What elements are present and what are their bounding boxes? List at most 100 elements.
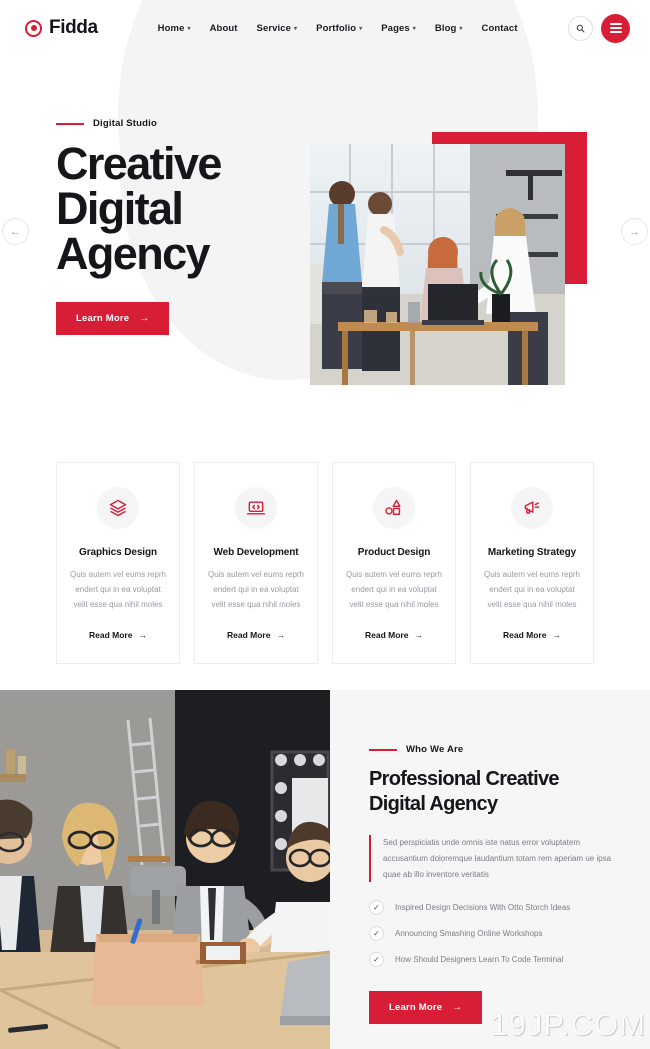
read-more-label: Read More — [503, 630, 547, 641]
megaphone-icon-wrap — [511, 487, 553, 529]
megaphone-icon — [524, 501, 540, 514]
laptop-code-icon — [246, 501, 266, 515]
hero-image-column — [304, 118, 650, 385]
check-list-item: ✓ Inspired Design Decisions With Otto St… — [369, 900, 626, 916]
arrow-right-icon: → — [138, 630, 147, 641]
check-label: Announcing Smashing Online Workshops — [395, 929, 543, 939]
shapes-icon — [385, 499, 401, 515]
hero-eyebrow: Digital Studio — [56, 118, 300, 129]
hamburger-bar — [609, 27, 622, 29]
laptop-code-icon-wrap — [235, 487, 277, 529]
service-card-marketing-strategy[interactable]: Marketing Strategy Quis autem vel eums r… — [470, 462, 594, 665]
read-more-label: Read More — [365, 630, 409, 641]
nav-label: Pages — [381, 22, 410, 34]
service-description: Quis autem vel eums reprh endert qui in … — [69, 570, 167, 609]
eyebrow-line — [369, 748, 397, 751]
arrow-right-icon: → — [629, 225, 640, 238]
chevron-down-icon: ▾ — [187, 26, 191, 32]
service-card-product-design[interactable]: Product Design Quis autem vel eums reprh… — [332, 462, 456, 665]
services-cards: Graphics Design Quis autem vel eums repr… — [0, 462, 650, 665]
nav-label: Blog — [434, 22, 457, 34]
arrow-right-icon: → — [452, 1002, 463, 1014]
arrow-left-icon: ← — [10, 225, 21, 238]
service-card-graphics-design[interactable]: Graphics Design Quis autem vel eums repr… — [56, 462, 180, 665]
hero-cta-wrap: Learn More → — [56, 302, 300, 335]
header-actions — [568, 13, 630, 43]
about-title-line-1: Professional Creative — [369, 768, 560, 790]
layers-icon-wrap — [97, 487, 139, 529]
shapes-icon-wrap — [373, 487, 415, 529]
service-card-web-development[interactable]: Web Development Quis autem vel eums repr… — [194, 462, 318, 665]
logo-target-icon — [25, 19, 42, 37]
hero-title-line-3: Agency — [56, 228, 211, 279]
service-read-more-link[interactable]: Read More → — [227, 630, 285, 640]
logo-text: Fidda — [49, 17, 98, 38]
nav-item-home[interactable]: Home ▾ — [158, 23, 191, 34]
service-read-more-link[interactable]: Read More → — [89, 630, 147, 640]
nav-label: Home — [157, 22, 185, 34]
nav-item-service[interactable]: Service ▾ — [257, 23, 298, 34]
check-label: How Should Designers Learn To Code Termi… — [395, 955, 564, 965]
about-content: Who We Are Professional Creative Digital… — [330, 690, 650, 1049]
about-eyebrow-label: Who We Are — [406, 744, 464, 755]
hamburger-menu-button[interactable] — [601, 13, 630, 43]
nav-item-contact[interactable]: Contact — [482, 23, 518, 34]
chevron-down-icon: ▾ — [412, 26, 416, 32]
arrow-right-icon: → — [139, 313, 150, 324]
layers-icon — [109, 499, 127, 517]
nav-item-pages[interactable]: Pages ▾ — [381, 23, 416, 34]
check-icon: ✓ — [369, 926, 384, 942]
chevron-down-icon: ▾ — [294, 26, 298, 32]
nav-label: Service — [256, 22, 292, 34]
hero-team-photo — [310, 144, 565, 385]
nav-label: Portfolio — [316, 22, 357, 34]
service-title: Product Design — [357, 547, 431, 558]
service-description: Quis autem vel eums reprh endert qui in … — [345, 570, 443, 609]
service-description: Quis autem vel eums reprh endert qui in … — [483, 570, 581, 609]
hero-text-column: Digital Studio Creative Digital Agency L… — [0, 118, 300, 335]
nav-item-portfolio[interactable]: Portfolio ▾ — [316, 23, 362, 34]
arrow-right-icon: → — [552, 630, 561, 641]
search-button[interactable] — [568, 15, 593, 41]
check-list-item: ✓ Announcing Smashing Online Workshops — [369, 926, 626, 942]
hero-eyebrow-label: Digital Studio — [93, 118, 158, 129]
check-label: Inspired Design Decisions With Otto Stor… — [395, 903, 571, 913]
read-more-label: Read More — [227, 630, 271, 641]
hamburger-bar — [609, 31, 622, 34]
hero-learn-more-button[interactable]: Learn More → — [56, 302, 170, 335]
hero-title-line-1: Creative — [56, 138, 222, 189]
service-read-more-link[interactable]: Read More → — [365, 630, 423, 640]
main-navigation: Home ▾ About Service ▾ Portfolio ▾ Pages… — [158, 23, 518, 34]
nav-item-about[interactable]: About — [210, 23, 238, 34]
chevron-down-icon: ▾ — [359, 26, 363, 32]
hamburger-bar — [609, 22, 622, 25]
slider-prev-button[interactable]: ← — [2, 218, 29, 245]
eyebrow-line — [56, 122, 84, 125]
search-icon — [576, 24, 585, 33]
about-section: Who We Are Professional Creative Digital… — [0, 690, 650, 1049]
about-team-photo — [0, 690, 330, 1049]
service-title: Web Development — [213, 547, 299, 558]
arrow-right-icon: → — [414, 630, 423, 641]
about-check-list: ✓ Inspired Design Decisions With Otto St… — [369, 900, 626, 968]
hero-content: Digital Studio Creative Digital Agency L… — [0, 56, 650, 385]
check-icon: ✓ — [369, 900, 384, 916]
read-more-label: Read More — [89, 630, 133, 641]
site-header: Fidda Home ▾ About Service ▾ Portfolio ▾… — [0, 0, 650, 56]
nav-label: Contact — [481, 22, 518, 34]
about-title-line-2: Digital Agency — [369, 793, 498, 816]
hero-title: Creative Digital Agency — [56, 141, 300, 276]
logo[interactable]: Fidda — [25, 17, 98, 39]
about-learn-more-button[interactable]: Learn More → — [369, 991, 483, 1025]
about-quote: Sed perspiciatis unde omnis iste natus e… — [369, 835, 626, 883]
chevron-down-icon: ▾ — [459, 26, 463, 32]
about-title: Professional Creative Digital Agency — [369, 767, 626, 817]
about-eyebrow: Who We Are — [369, 744, 626, 755]
service-title: Graphics Design — [79, 547, 157, 558]
nav-item-blog[interactable]: Blog ▾ — [435, 23, 463, 34]
hero-title-line-2: Digital — [56, 183, 184, 234]
hero-section: Fidda Home ▾ About Service ▾ Portfolio ▾… — [0, 0, 650, 690]
service-read-more-link[interactable]: Read More → — [503, 630, 561, 640]
check-icon: ✓ — [369, 952, 384, 968]
slider-next-button[interactable]: → — [621, 218, 648, 245]
